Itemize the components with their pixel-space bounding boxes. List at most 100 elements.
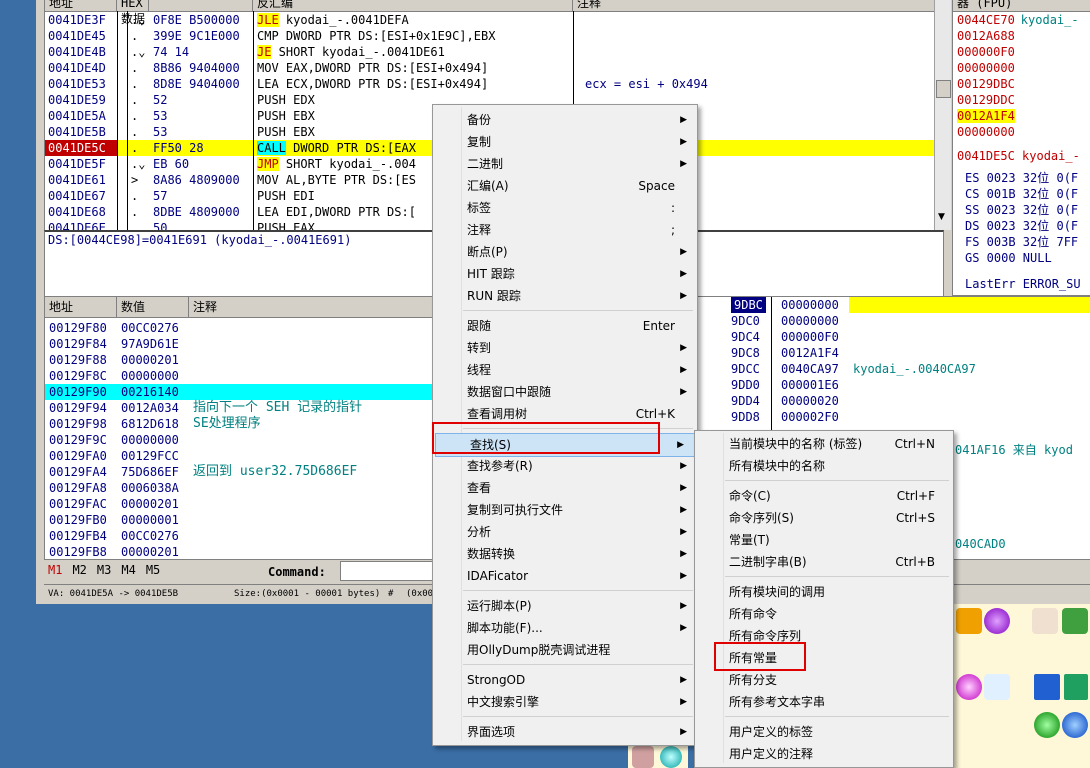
col-addr[interactable]: 地址 [45, 0, 117, 11]
menu-item[interactable]: HIT 跟踪 ▶ [433, 263, 697, 285]
disasm-row[interactable]: 0041DE45. 399E 9C1E000 CMP DWORD PTR DS:[E… [45, 28, 943, 44]
submenu-arrow-icon: ▶ [680, 343, 687, 353]
menu-item-label: RUN 跟踪 [467, 289, 521, 303]
disasm-row[interactable]: 0041DE4B .⌄ 74 14 JE SHORT kyodai_-.0041DE6… [45, 44, 943, 60]
menu-item[interactable]: 查看 ▶ [433, 477, 697, 499]
scroll-thumb[interactable] [936, 80, 951, 98]
memory-tab[interactable]: M4 [121, 563, 135, 577]
menu-item[interactable]: 转到 ▶ [433, 337, 697, 359]
submenu-item[interactable]: 命令(C) Ctrl+F [695, 485, 953, 507]
submenu-item[interactable]: 常量(T) [695, 529, 953, 551]
disasm-hex: 8DBE 4809000 [153, 205, 240, 219]
find-submenu: 当前模块中的名称 (标签) Ctrl+N 所有模块中的名称 命令(C) Ctrl+F 命令… [694, 430, 954, 768]
register-row[interactable]: 0044CE70 kyodai_- [957, 12, 1090, 28]
stack-row[interactable]: 9DCC 0040CA97 kyodai_-.0040CA97 [693, 361, 1090, 377]
stack-row[interactable]: 9DD0 000001E6 [693, 377, 1090, 393]
dump-col-value[interactable]: 数值 [117, 297, 189, 317]
menu-item[interactable]: 注释; [433, 219, 697, 241]
segment-row[interactable]: DS 0023 32位 0(F [965, 218, 1090, 234]
col-comment[interactable]: 注释 [573, 0, 943, 11]
dump-col-addr[interactable]: 地址 [45, 297, 117, 317]
menu-item[interactable]: 标签: [433, 197, 697, 219]
register-row[interactable]: 00000000 [957, 124, 1090, 140]
submenu-item[interactable]: 所有模块间的调用 [695, 581, 953, 603]
registers-pane[interactable]: 器 (FPU) 0044CE70 kyodai_- 0012A688 000000F0… [952, 0, 1090, 296]
submenu-arrow-icon: ▶ [680, 505, 687, 515]
col-hex[interactable]: HEX 数据 [117, 0, 149, 26]
submenu-item[interactable]: 所有参考文本字串 [695, 691, 953, 713]
col-asm[interactable]: 反汇编 [253, 0, 573, 11]
stack-row[interactable]: 9DC0 00000000 [693, 313, 1090, 329]
segment-row[interactable]: GS 0000 NULL [965, 250, 1090, 266]
register-row[interactable]: 0012A688 [957, 28, 1090, 44]
segment-row[interactable]: ES 0023 32位 0(F [965, 170, 1090, 186]
disasm-opcode: JMP [257, 157, 279, 171]
memory-tab[interactable]: M1 [48, 563, 62, 577]
menu-item[interactable]: 脚本功能(F)... ▶ [433, 617, 697, 639]
command-input[interactable] [340, 561, 442, 581]
menu-item[interactable]: 数据转换 ▶ [433, 543, 697, 565]
memory-tab[interactable]: M3 [97, 563, 111, 577]
lasterr-row[interactable]: LastErr ERROR_SU [953, 276, 1090, 292]
stack-row[interactable]: 9DD8 000002F0 [693, 409, 1090, 425]
menu-item[interactable]: 复制 ▶ [433, 131, 697, 153]
register-value: 0044CE70 [957, 13, 1015, 27]
menu-item[interactable]: 中文搜索引擎 ▶ [433, 691, 697, 713]
disasm-row[interactable]: 0041DE53. 8D8E 9404000 LEA ECX,DWORD PTR D… [45, 76, 943, 92]
menu-item[interactable]: 查找参考(R) ▶ [433, 455, 697, 477]
disasm-hex: 0F8E B500000 [153, 13, 240, 27]
menu-item[interactable]: IDAFicator ▶ [433, 565, 697, 587]
stack-row[interactable]: 9DC4 000000F0 [693, 329, 1090, 345]
game-tile-icon [956, 674, 982, 700]
menu-item[interactable]: 二进制 ▶ [433, 153, 697, 175]
stack-row[interactable]: 9DBC 00000000 [693, 297, 1090, 313]
submenu-item[interactable]: 所有分支 [695, 669, 953, 691]
menu-item[interactable]: 运行脚本(P) ▶ [433, 595, 697, 617]
disasm-scrollbar[interactable]: ▼ [934, 0, 951, 230]
menu-item[interactable]: 数据窗口中跟随 ▶ [433, 381, 697, 403]
submenu-item[interactable]: 所有模块中的名称 [695, 455, 953, 477]
stack-row[interactable]: 9DC8 0012A1F4 [693, 345, 1090, 361]
eip-row[interactable]: 0041DE5C kyodai_- [953, 148, 1090, 164]
menu-item[interactable]: 分析 ▶ [433, 521, 697, 543]
submenu-item[interactable]: 用户定义的注释 [695, 743, 953, 765]
register-row[interactable]: 0012A1F4 [957, 108, 1090, 124]
submenu-item[interactable]: 命令序列(S) Ctrl+S [695, 507, 953, 529]
disasm-row[interactable]: 0041DE4D. 8B86 9404000 MOV EAX,DWORD PTR D… [45, 60, 943, 76]
submenu-arrow-icon: ▶ [680, 675, 687, 685]
dump-value: 0012A034 [121, 401, 179, 415]
register-row[interactable]: 00129DBC [957, 76, 1090, 92]
submenu-item[interactable]: 所有命令 [695, 603, 953, 625]
submenu-item[interactable]: 当前模块中的名称 (标签) Ctrl+N [695, 433, 953, 455]
submenu-arrow-icon: ▶ [680, 461, 687, 471]
memory-tab[interactable]: M2 [72, 563, 86, 577]
register-row[interactable]: 00129DDC [957, 92, 1090, 108]
menu-item[interactable]: 备份 ▶ [433, 109, 697, 131]
disasm-hex: 8B86 9404000 [153, 61, 240, 75]
segment-row[interactable]: FS 003B 32位 7FF [965, 234, 1090, 250]
menu-item[interactable]: 跟随 Enter [433, 315, 697, 337]
scroll-down-icon[interactable]: ▼ [938, 212, 945, 222]
col-hex2[interactable] [149, 0, 253, 11]
stack-row[interactable]: 9DD4 00000020 [693, 393, 1090, 409]
submenu-arrow-icon: ▶ [680, 269, 687, 279]
menu-item[interactable]: 用OllyDump脱壳调试进程 [433, 639, 697, 661]
menu-item[interactable]: 汇编(A) Space [433, 175, 697, 197]
menu-item[interactable]: 断点(P) ▶ [433, 241, 697, 263]
menu-item[interactable]: RUN 跟踪 ▶ [433, 285, 697, 307]
register-row[interactable]: 00000000 [957, 60, 1090, 76]
menu-item[interactable]: 线程 ▶ [433, 359, 697, 381]
menu-item[interactable]: 界面选项 ▶ [433, 721, 697, 743]
memory-tab[interactable]: M5 [146, 563, 160, 577]
segment-row[interactable]: SS 0023 32位 0(F [965, 202, 1090, 218]
submenu-item[interactable]: 用户定义的标签 [695, 721, 953, 743]
stack-address: 9DBC [731, 297, 766, 313]
register-value: 000000F0 [957, 45, 1015, 59]
disasm-row[interactable]: 0041DE3F .⌄ 0F8E B500000 JLE kyodai_-.0041D… [45, 12, 943, 28]
register-row[interactable]: 000000F0 [957, 44, 1090, 60]
menu-item[interactable]: StrongOD ▶ [433, 669, 697, 691]
segment-row[interactable]: CS 001B 32位 0(F [965, 186, 1090, 202]
submenu-item[interactable]: 二进制字串(B) Ctrl+B [695, 551, 953, 573]
menu-item[interactable]: 复制到可执行文件 ▶ [433, 499, 697, 521]
dump-row[interactable]: 00129F90 00216140 [45, 384, 437, 400]
